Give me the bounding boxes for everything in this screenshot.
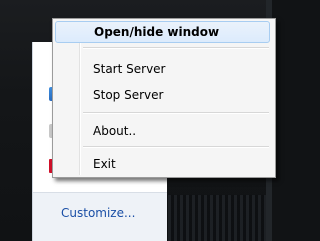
menu-item-stop-server[interactable]: Stop Server [55,84,270,106]
background-texture [165,195,272,241]
menu-separator [83,112,269,114]
panel-divider [33,192,167,193]
context-menu: Open/hide window Start Server Stop Serve… [52,18,276,178]
menu-item-open-hide-window[interactable]: Open/hide window [55,21,270,43]
menu-separator [83,146,269,148]
customize-link[interactable]: Customize... [61,206,135,220]
menu-item-exit[interactable]: Exit [55,153,270,175]
menu-separator [83,47,269,49]
menu-item-about[interactable]: About.. [55,120,270,142]
desktop-background: Customize... Open/hide window Start Serv… [0,0,276,241]
menu-item-start-server[interactable]: Start Server [55,58,270,80]
